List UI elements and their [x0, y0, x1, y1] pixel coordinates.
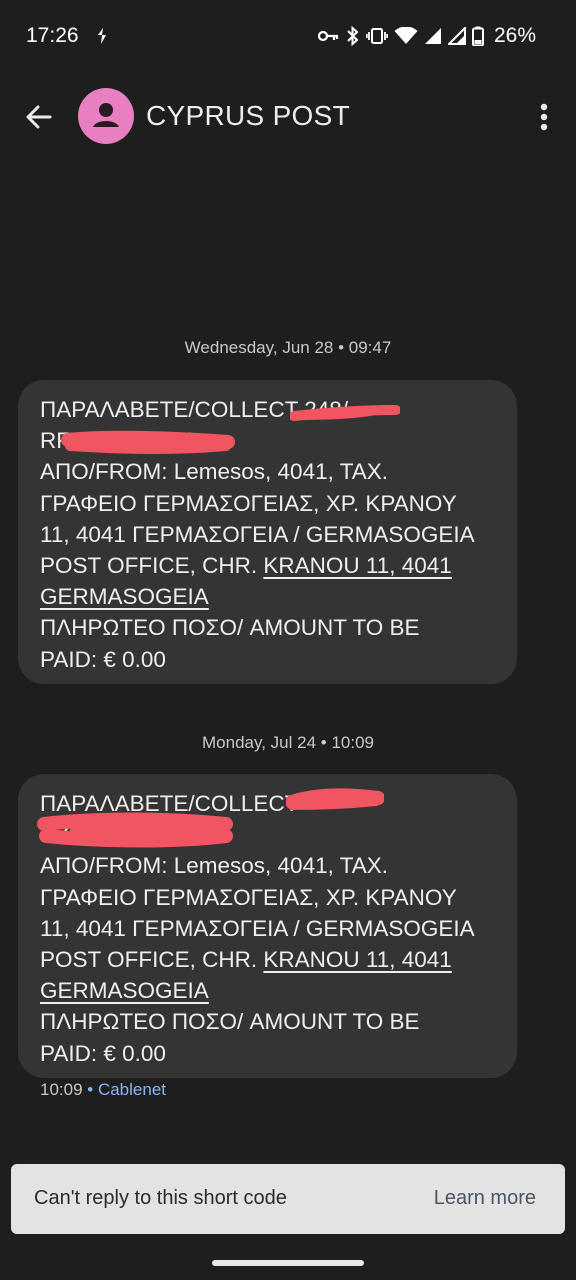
battery-icon: [471, 26, 484, 46]
message-text: POST OFFICE, CHR.: [40, 553, 264, 579]
signal-icon: [447, 27, 466, 45]
message-line: PAID: € 0.00: [40, 1040, 166, 1066]
address-link[interactable]: KRANOU 11, 4041: [263, 553, 451, 578]
message-bubble[interactable]: ΠΑΡΑΛΑΒΕΤΕ/COLLECT R C . ΑΠΟ/FROM: Lemes…: [18, 774, 517, 1078]
message-line: RF7 528509CC .: [40, 428, 209, 454]
address-link[interactable]: GERMASOGEIA: [40, 584, 209, 609]
battery-percent: 26%: [493, 24, 536, 47]
location-arrow-icon: [98, 28, 106, 44]
carrier-name: Cablenet: [97, 1080, 167, 1099]
message-line: ΠΛΗΡΩΤΕΟ ΠΟΣΟ/ AMOUNT TO BE: [40, 1009, 420, 1035]
signal-icon: [424, 28, 441, 44]
arrow-back-icon[interactable]: [22, 100, 56, 134]
date-separator: Wednesday, Jun 28 • 09:47: [184, 338, 392, 357]
vibrate-icon: [365, 28, 388, 44]
person-icon: [93, 103, 119, 127]
message-line: POST OFFICE, CHR. KRANOU 11, 4041: [40, 944, 495, 975]
wifi-icon: [394, 27, 418, 44]
message-line: POST OFFICE, CHR. KRANOU 11, 4041: [40, 550, 495, 581]
message-line: 11, 4041 ΓΕΡΜΑΣΟΓΕΙΑ / GERMASOGEIA: [40, 521, 475, 547]
more-vert-icon[interactable]: [534, 100, 554, 134]
status-icons: 26%: [317, 24, 536, 48]
notice-text: Can't reply to this short code: [34, 1187, 287, 1209]
message-line: ΠΑΡΑΛΑΒΕΤΕ/COLLECT: [40, 791, 299, 816]
message-line: GERMASOGEIA: [40, 581, 495, 612]
conversation-header: CYPRUS POST: [0, 82, 576, 152]
message-line: ΠΛΗΡΩΤΕΟ ΠΟΣΟ/ AMOUNT TO BE: [40, 615, 420, 641]
message-line: ΓΡΑΦΕΙΟ ΓΕΡΜΑΣΟΓΕΙΑΣ, ΧΡ. ΚΡΑΝΟΥ: [40, 884, 457, 910]
message-line: 11, 4041 ΓΕΡΜΑΣΟΓΕΙΑ / GERMASOGEIA: [40, 915, 475, 941]
message-bubble[interactable]: ΠΑΡΑΛΑΒΕΤΕ/COLLECT 248/ RF7 528509CC . Α…: [18, 380, 517, 684]
message-meta: 10:09 • Cablenet: [40, 1080, 166, 1100]
address-link[interactable]: GERMASOGEIA: [40, 978, 209, 1003]
contact-name[interactable]: CYPRUS POST: [146, 100, 350, 132]
bluetooth-icon: [347, 26, 359, 46]
status-bar: 17:26 26%: [0, 0, 576, 72]
carrier-separator: •: [82, 1080, 98, 1099]
gesture-nav-handle[interactable]: [212, 1260, 364, 1266]
date-separator: Monday, Jul 24 • 10:09: [202, 733, 374, 752]
status-time: 17:26: [26, 24, 79, 47]
message-line: ΑΠΟ/FROM: Lemesos, 4041, TAX.: [40, 459, 389, 485]
learn-more-button[interactable]: Learn more: [434, 1187, 536, 1210]
address-link[interactable]: KRANOU 11, 4041: [263, 947, 451, 972]
message-text: POST OFFICE, CHR.: [40, 947, 264, 973]
message-line: ΠΑΡΑΛΑΒΕΤΕ/COLLECT 248/: [40, 397, 349, 422]
messages-screen: 17:26 26% CYPRUS POST Wednesday, Jun 28 …: [0, 0, 576, 1280]
short-code-notice: Can't reply to this short code Learn mor…: [11, 1164, 565, 1234]
message-line: ΓΡΑΦΕΙΟ ΓΕΡΜΑΣΟΓΕΙΑΣ, ΧΡ. ΚΡΑΝΟΥ: [40, 490, 457, 516]
avatar[interactable]: [78, 88, 134, 144]
message-line: R C .: [40, 822, 92, 848]
message-line: GERMASOGEIA: [40, 975, 495, 1006]
message-line: ΑΠΟ/FROM: Lemesos, 4041, TAX.: [40, 853, 389, 879]
vpn-key-icon: [317, 30, 339, 42]
message-time: 10:09: [40, 1080, 83, 1099]
message-line: PAID: € 0.00: [40, 646, 166, 672]
